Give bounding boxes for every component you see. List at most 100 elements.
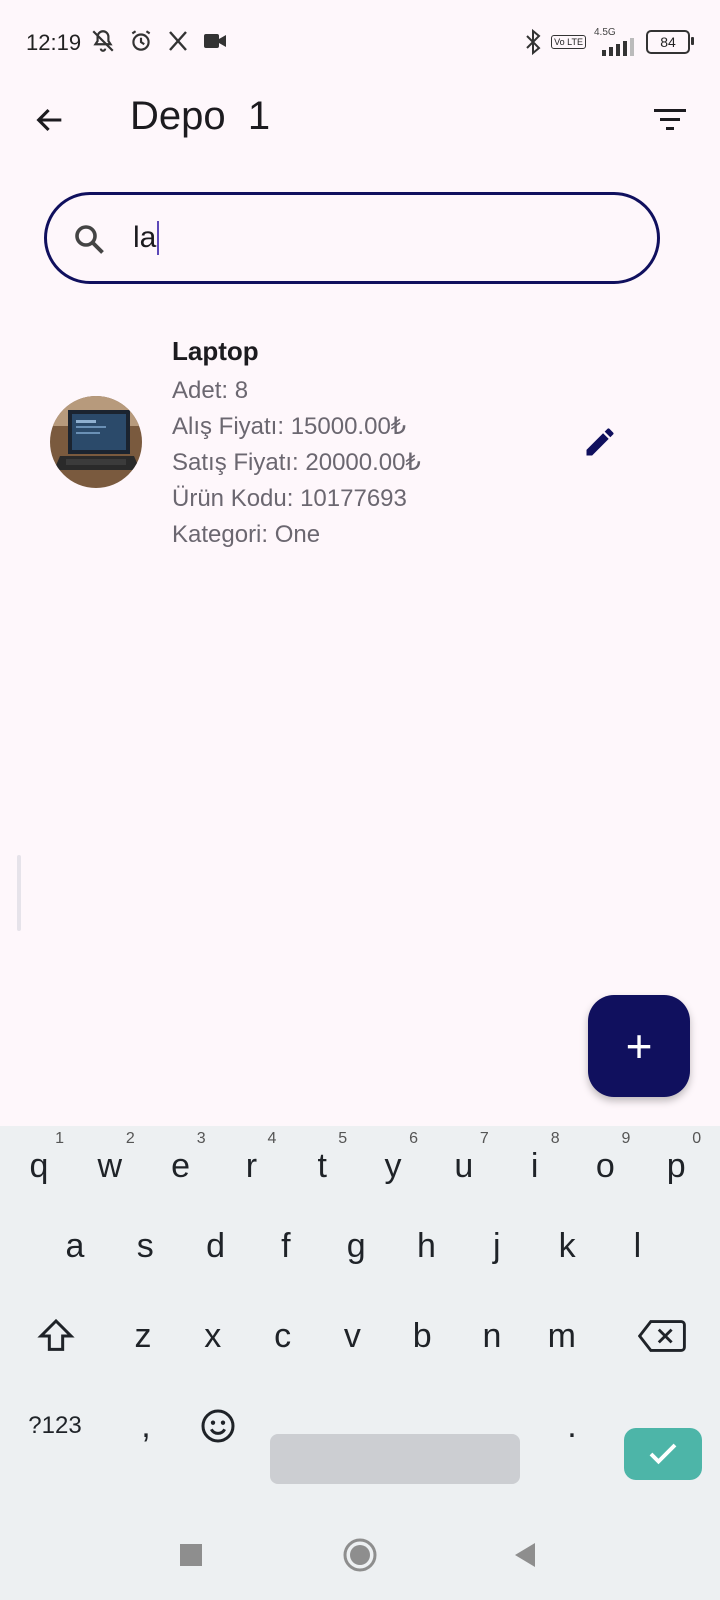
product-name: Laptop (172, 336, 259, 366)
key-u[interactable]: u7 (431, 1126, 497, 1206)
key-label: t (317, 1146, 327, 1185)
key-label: u (454, 1146, 474, 1185)
keyboard-row-3: zxcvbnm (0, 1296, 720, 1376)
triangle-back-icon (515, 1543, 535, 1567)
emoji-key[interactable] (190, 1386, 246, 1466)
status-icons-left (90, 28, 228, 54)
search-field[interactable]: la (44, 192, 660, 284)
key-f[interactable]: f (253, 1206, 319, 1286)
scroll-indicator (17, 855, 21, 931)
add-product-button[interactable]: + (588, 995, 690, 1097)
mute-bell-icon (90, 28, 116, 54)
alarm-icon (128, 28, 154, 54)
app-bar: Depo 1 (0, 86, 720, 150)
home-button[interactable] (337, 1532, 383, 1578)
backspace-key[interactable] (626, 1296, 698, 1376)
pencil-icon (586, 428, 614, 456)
key-t[interactable]: t5 (289, 1126, 355, 1206)
product-sale-price: Satış Fiyatı: 20000.00₺ (172, 449, 421, 476)
key-label: e (171, 1146, 191, 1185)
backspace-icon (638, 1320, 686, 1352)
key-e[interactable]: e3 (148, 1126, 214, 1206)
recents-button[interactable] (168, 1532, 214, 1578)
key-label: w (97, 1146, 123, 1185)
product-thumbnail (50, 396, 142, 488)
key-j[interactable]: j (464, 1206, 530, 1286)
product-info: Laptop Adet: 8 Alış Fiyatı: 15000.00₺ Sa… (172, 336, 421, 553)
edit-button[interactable] (580, 422, 620, 462)
key-y[interactable]: y6 (360, 1126, 426, 1206)
key-k[interactable]: k (534, 1206, 600, 1286)
key-o[interactable]: o9 (572, 1126, 638, 1206)
key-i[interactable]: i8 (502, 1126, 568, 1206)
key-label: q (29, 1146, 49, 1185)
key-l[interactable]: l (604, 1206, 670, 1286)
key-number-hint: 6 (409, 1130, 418, 1147)
comma-key[interactable]: , (118, 1386, 174, 1466)
key-s[interactable]: s (112, 1206, 178, 1286)
key-p[interactable]: p0 (643, 1126, 709, 1206)
shift-key[interactable] (28, 1296, 84, 1376)
key-r[interactable]: r4 (218, 1126, 284, 1206)
key-label: y (384, 1146, 402, 1185)
square-icon (180, 1544, 202, 1566)
keyboard-row-2: asdfghjkl (0, 1206, 720, 1286)
key-c[interactable]: c (252, 1296, 314, 1376)
key-label: p (666, 1146, 686, 1185)
search-input[interactable]: la (133, 221, 160, 255)
key-n[interactable]: n (461, 1296, 523, 1376)
checkmark-icon (649, 1443, 677, 1465)
key-label: i (530, 1146, 539, 1185)
key-label: r (245, 1146, 258, 1185)
key-number-hint: 0 (692, 1130, 702, 1147)
key-m[interactable]: m (531, 1296, 593, 1376)
back-nav-button[interactable] (502, 1532, 548, 1578)
x-app-icon (166, 29, 190, 53)
symbols-key[interactable]: ?123 (20, 1386, 90, 1466)
search-icon (71, 221, 107, 262)
signal-icon: 4.5G (594, 28, 638, 56)
key-number-hint: 2 (125, 1130, 135, 1147)
filter-button[interactable] (650, 100, 690, 140)
list-item[interactable]: Laptop Adet: 8 Alış Fiyatı: 15000.00₺ Sa… (0, 326, 720, 556)
page-title: Depo 1 (130, 94, 271, 138)
status-time: 12:19 (26, 30, 82, 55)
key-h[interactable]: h (394, 1206, 460, 1286)
emoji-icon (201, 1409, 235, 1443)
key-q[interactable]: q1 (6, 1126, 72, 1206)
volte-icon: Vo LTE (551, 35, 586, 49)
bluetooth-icon (523, 28, 543, 56)
status-bar: 12:19 Vo LTE 4.5G 84 (0, 0, 720, 86)
shift-icon (37, 1318, 75, 1351)
text-caret (157, 221, 160, 255)
status-icons-right: Vo LTE 4.5G 84 (523, 28, 694, 56)
key-number-hint: 4 (267, 1130, 277, 1147)
spacebar[interactable] (270, 1434, 520, 1484)
product-category: Kategori: One (172, 521, 321, 548)
key-v[interactable]: v (321, 1296, 383, 1376)
key-d[interactable]: d (183, 1206, 249, 1286)
product-code: Ürün Kodu: 10177693 (172, 485, 407, 512)
key-label: o (595, 1146, 615, 1185)
key-x[interactable]: x (182, 1296, 244, 1376)
product-purchase-price: Alış Fiyatı: 15000.00₺ (172, 413, 407, 440)
key-number-hint: 8 (550, 1130, 560, 1147)
key-z[interactable]: z (112, 1296, 174, 1376)
arrow-back-icon (36, 108, 62, 132)
key-b[interactable]: b (391, 1296, 453, 1376)
period-key[interactable]: . (544, 1386, 600, 1466)
network-type-label: 4.5G (594, 27, 616, 38)
enter-key[interactable] (624, 1428, 702, 1480)
key-number-hint: 5 (338, 1130, 348, 1147)
product-quantity: Adet: 8 (172, 377, 249, 404)
key-g[interactable]: g (323, 1206, 389, 1286)
filter-icon (654, 109, 686, 130)
key-w[interactable]: w2 (77, 1126, 143, 1206)
key-number-hint: 7 (479, 1130, 489, 1147)
key-a[interactable]: a (42, 1206, 108, 1286)
video-icon (202, 29, 228, 53)
key-number-hint: 9 (621, 1130, 631, 1147)
back-button[interactable] (30, 100, 70, 140)
key-number-hint: 1 (55, 1130, 64, 1147)
keyboard-row-1: q1w2e3r4t5y6u7i8o9p0 (0, 1126, 720, 1206)
